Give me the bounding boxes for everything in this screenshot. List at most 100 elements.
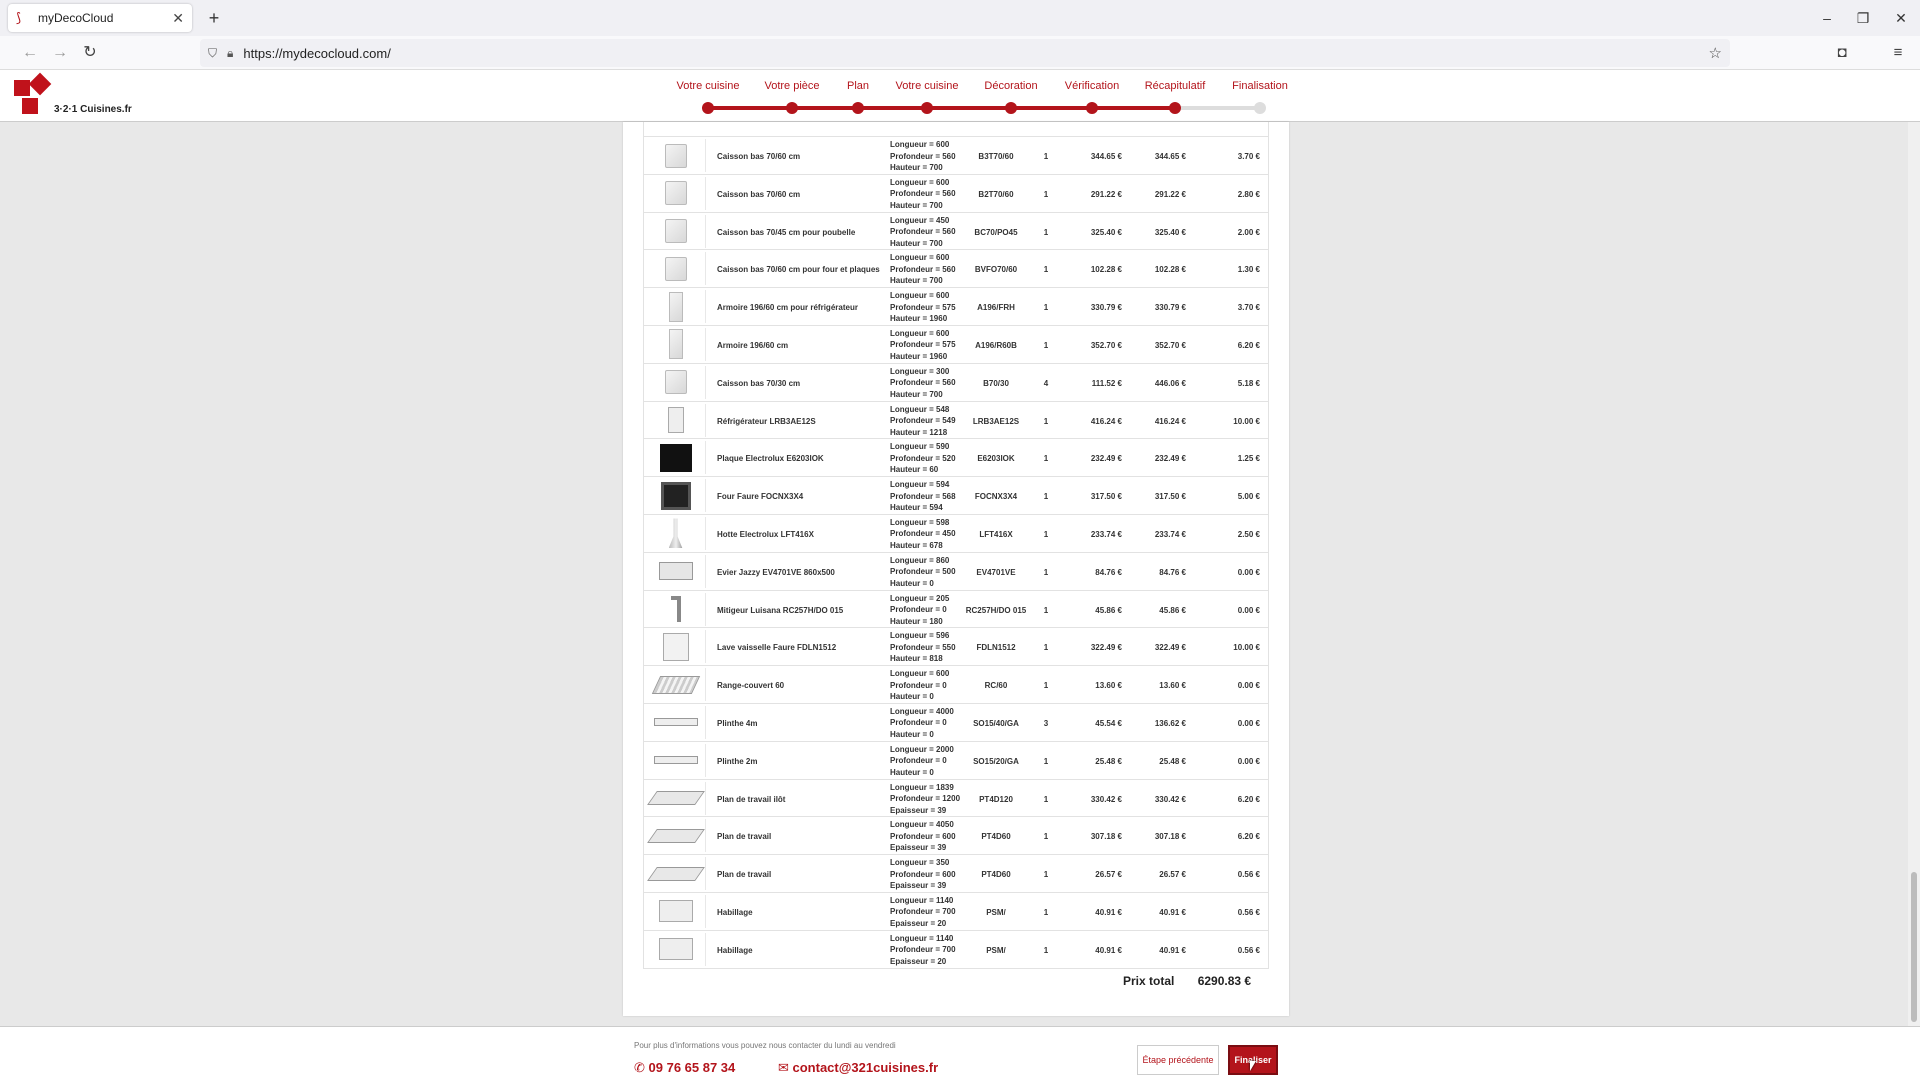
step-label-5[interactable]: Vérification [1065, 80, 1119, 92]
forward-icon[interactable]: → [48, 41, 72, 65]
table-row: Caisson bas 70/60 cm Longueur = 600 Profon… [643, 137, 1269, 175]
browser-tab[interactable]: ⟆ myDecoCloud ✕ [8, 4, 192, 32]
step-label-6[interactable]: Récapitulatif [1145, 80, 1206, 92]
product-dimensions: Longueur = 1839 Profondeur = 1200 Epaisseu… [890, 782, 960, 817]
eco-participation: 0.00 € [1237, 681, 1260, 691]
product-image [646, 441, 706, 475]
product-name: Caisson bas 70/30 cm [717, 378, 801, 388]
product-image [646, 705, 706, 739]
step-label-4[interactable]: Décoration [984, 80, 1037, 92]
step-label-1[interactable]: Votre pièce [764, 80, 819, 92]
dim-length: Longueur = 205 [890, 593, 950, 603]
dim-height: Hauteur = 0 [890, 767, 934, 777]
dim-depth: Profondeur = 560 [890, 264, 956, 274]
product-name: Hotte Electrolux LFT416X [717, 529, 814, 539]
line-total: 330.79 € [1154, 303, 1186, 313]
product-name: Evier Jazzy EV4701VE 860x500 [717, 567, 835, 577]
site-logo[interactable]: 3·2·1 Cuisines.fr [12, 72, 132, 120]
step-dot-1[interactable] [786, 102, 798, 114]
close-window-icon[interactable]: ✕ [1878, 0, 1920, 36]
product-dimensions: Longueur = 594 Profondeur = 568 Hauteur = … [890, 479, 956, 514]
unit-price: 40.91 € [1095, 907, 1122, 917]
phone-contact[interactable]: ✆ 09 76 65 87 34 [634, 1060, 735, 1076]
eco-participation: 2.80 € [1237, 189, 1260, 199]
step-label-3[interactable]: Votre cuisine [896, 80, 959, 92]
step-dot-0[interactable] [702, 102, 714, 114]
dim-height: Hauteur = 0 [890, 692, 934, 702]
dim-height: Hauteur = 700 [890, 200, 943, 210]
product-quantity: 1 [1043, 265, 1049, 275]
line-total: 416.24 € [1154, 416, 1186, 426]
dim-length: Longueur = 590 [890, 442, 950, 452]
eco-participation: 2.00 € [1237, 227, 1260, 237]
line-total: 26.57 € [1159, 870, 1186, 880]
step-dot-6[interactable] [1169, 102, 1181, 114]
previous-step-button[interactable]: Étape précédente [1137, 1045, 1219, 1075]
pocket-icon[interactable]: ◘ [1830, 41, 1854, 65]
product-quantity: 1 [1043, 907, 1049, 917]
product-image [646, 668, 706, 702]
menu-icon[interactable]: ≡ [1886, 41, 1910, 65]
step-label-7[interactable]: Finalisation [1232, 80, 1288, 92]
unit-price: 291.22 € [1090, 189, 1122, 199]
dim-length: Longueur = 598 [890, 517, 950, 527]
table-row: Plan de travail ilôt Longueur = 1839 Profo… [643, 779, 1269, 818]
product-image [646, 894, 706, 928]
scrollbar-thumb[interactable] [1911, 872, 1917, 1022]
product-dimensions: Longueur = 205 Profondeur = 0 Hauteur = 18… [890, 593, 949, 628]
bookmark-star-icon[interactable]: ☆ [1709, 44, 1722, 62]
unit-price: 233.74 € [1090, 529, 1122, 539]
eco-participation: 0.00 € [1237, 605, 1260, 615]
dim-depth: Profondeur = 560 [890, 378, 956, 388]
table-row: Habillage Longueur = 1140 Profondeur = 700… [643, 930, 1269, 969]
reload-icon[interactable]: ↻ [78, 41, 102, 65]
product-reference: PSM/ [986, 907, 1006, 917]
worktop-icon [646, 828, 705, 843]
unit-price: 111.52 € [1091, 378, 1122, 388]
product-dimensions: Longueur = 590 Profondeur = 520 Hauteur = … [890, 441, 956, 476]
unit-price: 325.40 € [1090, 227, 1122, 237]
eco-participation: 3.70 € [1237, 152, 1260, 161]
dim-height: Hauteur = 700 [890, 389, 943, 399]
page-scrollbar[interactable] [1908, 122, 1920, 1026]
step-dot-2[interactable] [852, 102, 864, 114]
line-total: 136.62 € [1154, 718, 1186, 728]
dim-depth: Profondeur = 549 [890, 416, 956, 426]
close-tab-icon[interactable]: ✕ [172, 10, 184, 27]
product-quantity: 3 [1043, 718, 1049, 728]
line-total: 307.18 € [1154, 832, 1186, 842]
product-quantity: 1 [1043, 529, 1049, 539]
dim-depth: Profondeur = 520 [890, 453, 956, 463]
step-label-0[interactable]: Votre cuisine [677, 80, 740, 92]
new-tab-button[interactable]: + [202, 6, 226, 30]
step-dot-4[interactable] [1005, 102, 1017, 114]
email-address: contact@321cuisines.fr [792, 1060, 939, 1075]
dim-height: Hauteur = 700 [890, 163, 943, 172]
email-contact[interactable]: ✉ contact@321cuisines.fr [778, 1060, 938, 1076]
eco-participation: 0.00 € [1237, 567, 1260, 577]
fridge-icon [667, 407, 684, 434]
product-image [646, 630, 706, 664]
step-label-2[interactable]: Plan [847, 80, 869, 92]
product-quantity: 1 [1043, 189, 1049, 199]
dim-length: Longueur = 300 [890, 366, 950, 376]
product-name: Caisson bas 70/60 cm pour four et plaque… [717, 265, 880, 275]
step-dot-7[interactable] [1254, 102, 1266, 114]
dim-depth: Profondeur = 450 [890, 529, 956, 539]
line-total: 291.22 € [1154, 189, 1186, 199]
product-name: Range-couvert 60 [717, 681, 785, 691]
dim-height: Hauteur = 678 [890, 540, 943, 550]
dim-height: Hauteur = 700 [890, 238, 943, 248]
dim-height: Epaisseur = 39 [890, 805, 947, 815]
step-dot-5[interactable] [1086, 102, 1098, 114]
dim-depth: Profondeur = 575 [890, 340, 956, 350]
unit-price: 352.70 € [1090, 340, 1122, 350]
step-dot-3[interactable] [921, 102, 933, 114]
eco-participation: 10.00 € [1233, 416, 1260, 426]
panel-icon [658, 938, 693, 961]
line-total: 317.50 € [1154, 492, 1186, 502]
url-bar[interactable]: ⛉ 🔒︎ https://mydecocloud.com/ ☆ [200, 39, 1730, 67]
product-image [646, 857, 706, 891]
progress-line-done [708, 106, 1175, 110]
back-icon[interactable]: ← [18, 41, 42, 65]
